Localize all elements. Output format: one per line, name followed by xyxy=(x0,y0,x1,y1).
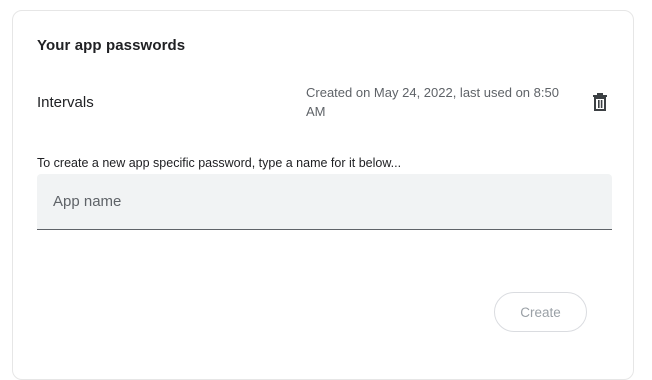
app-password-meta: Created on May 24, 2022, last used on 8:… xyxy=(306,85,562,119)
trash-icon xyxy=(591,92,609,112)
app-passwords-card: Your app passwords Intervals Created on … xyxy=(12,10,634,380)
delete-app-password-button[interactable] xyxy=(586,88,614,116)
create-helper-text: To create a new app specific password, t… xyxy=(37,156,402,170)
create-button[interactable]: Create xyxy=(494,292,587,332)
app-name-field xyxy=(37,174,612,230)
app-password-row: Intervals Created on May 24, 2022, last … xyxy=(37,83,617,127)
app-password-name: Intervals xyxy=(37,94,94,111)
section-title: Your app passwords xyxy=(37,37,186,54)
app-name-input[interactable] xyxy=(37,174,612,229)
